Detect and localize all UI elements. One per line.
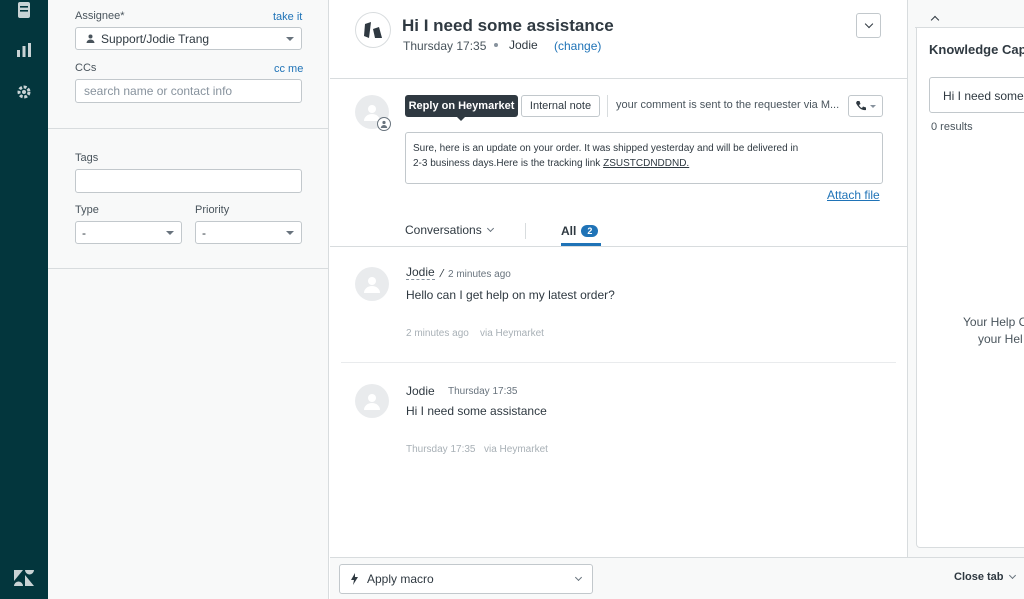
ccs-input[interactable]: search name or contact info [75,79,302,103]
channel-logo-icon [355,12,391,48]
message-time: 2 minutes ago [448,269,511,280]
type-label: Type [75,204,99,216]
recipient-notice: your comment is sent to the requester vi… [616,99,840,111]
reply-editor[interactable]: Sure, here is an update on your order. I… [405,132,883,184]
type-select[interactable]: - [75,221,182,244]
reply-line-1: Sure, here is an update on your order. I… [413,143,799,154]
help-center-message-line-1: Your Help C [963,315,1024,329]
message-divider [341,362,896,363]
help-center-message-line-2: your Hel [978,332,1023,346]
filter-divider [525,223,526,239]
knowledge-card: Knowledge Cap Hi I need some 0 results Y… [916,28,1024,548]
close-tab-label: Close tab [954,571,1004,583]
agent-status-icon [377,117,391,131]
type-value: - [82,225,86,240]
ticket-title: Hi I need some assistance [402,16,614,35]
reporting-icon[interactable] [12,38,36,62]
requester-name[interactable]: Jodie [509,38,538,52]
ticket-options-button[interactable] [856,13,881,38]
knowledge-search-input[interactable]: Hi I need some [929,77,1024,113]
priority-select[interactable]: - [195,221,302,244]
call-options-button[interactable] [848,95,883,117]
internal-note-button[interactable]: Internal note [521,95,600,117]
composer-divider [607,95,608,117]
results-count: 0 results [931,121,973,133]
message-author[interactable]: Jodie [406,265,435,280]
zendesk-logo-icon[interactable] [12,566,36,590]
knowledge-title: Knowledge Cap [929,42,1024,57]
apply-macro-label: Apply macro [367,572,434,586]
all-filter-tab[interactable]: All 2 [561,224,599,238]
chevron-down-icon [870,104,876,108]
ticket-time: Thursday 17:35 [403,39,487,53]
separator-dot [494,43,498,47]
requester-avatar [355,384,389,418]
message-text: Hello can I get help on my latest order? [406,288,615,302]
ccs-placeholder: search name or contact info [84,84,233,98]
ccs-label: CCs [75,62,97,74]
apply-macro-select[interactable]: Apply macro [339,564,593,594]
tags-input[interactable] [75,169,302,193]
conversations-label: Conversations [405,223,482,237]
tracking-link[interactable]: ZSUSTCDNDDND. [603,158,689,169]
phone-icon [856,101,866,111]
message-meta-time: 2 minutes ago [406,328,469,339]
properties-divider [48,268,329,269]
lightning-icon [351,573,358,585]
knowledge-capture-panel: Knowledge Cap Hi I need some 0 results Y… [907,0,1024,557]
assignee-label: Assignee* [75,10,125,22]
message-author[interactable]: Jodie [406,384,435,398]
person-icon [86,32,95,46]
chevron-down-icon [166,230,174,235]
message-text: Hi I need some assistance [406,404,547,418]
priority-value: - [202,225,206,240]
message-via: via Heymarket [480,328,544,339]
assignee-select[interactable]: Support/Jodie Trang [75,27,302,50]
reply-line-2-text: 2-3 business days.Here is the tracking l… [413,158,604,169]
nav-rail [0,0,48,599]
reply-line-2: 2-3 business days.Here is the tracking l… [413,156,875,171]
knowledge-search-value: Hi I need some [943,89,1024,103]
close-tab-button[interactable]: Close tab [954,571,1016,583]
priority-label: Priority [195,204,230,216]
properties-divider [48,128,329,129]
cc-me-link[interactable]: cc me [274,63,303,75]
filter-divider-line [330,246,907,247]
all-label: All [561,224,577,238]
chevron-down-icon [574,573,583,582]
tags-label: Tags [75,152,99,164]
message-meta-time: Thursday 17:35 [406,444,476,455]
views-icon[interactable] [12,0,36,22]
admin-gear-icon[interactable] [12,80,36,104]
message-via: via Heymarket [484,444,548,455]
message-time: Thursday 17:35 [448,386,518,397]
internal-note-label: Internal note [529,100,592,112]
take-it-link[interactable]: take it [273,11,302,23]
change-requester-link[interactable]: (change) [554,39,601,53]
chevron-up-icon[interactable] [930,15,940,25]
assignee-value: Support/Jodie Trang [101,31,210,46]
reply-channel-label: Reply on Heymarket [408,100,515,112]
tooltip-arrow [456,116,466,121]
chevron-down-icon [486,224,494,233]
all-count-badge: 2 [581,225,599,237]
attach-file-link[interactable]: Attach file [827,188,880,202]
chevron-down-icon [286,36,294,41]
chevron-down-icon [286,230,294,235]
requester-avatar [355,267,389,301]
chevron-down-icon [1008,571,1016,580]
reply-channel-tooltip[interactable]: Reply on Heymarket [405,95,518,117]
conversations-filter[interactable]: Conversations [405,223,494,237]
chevron-down-icon [864,19,873,29]
header-divider [330,78,907,79]
